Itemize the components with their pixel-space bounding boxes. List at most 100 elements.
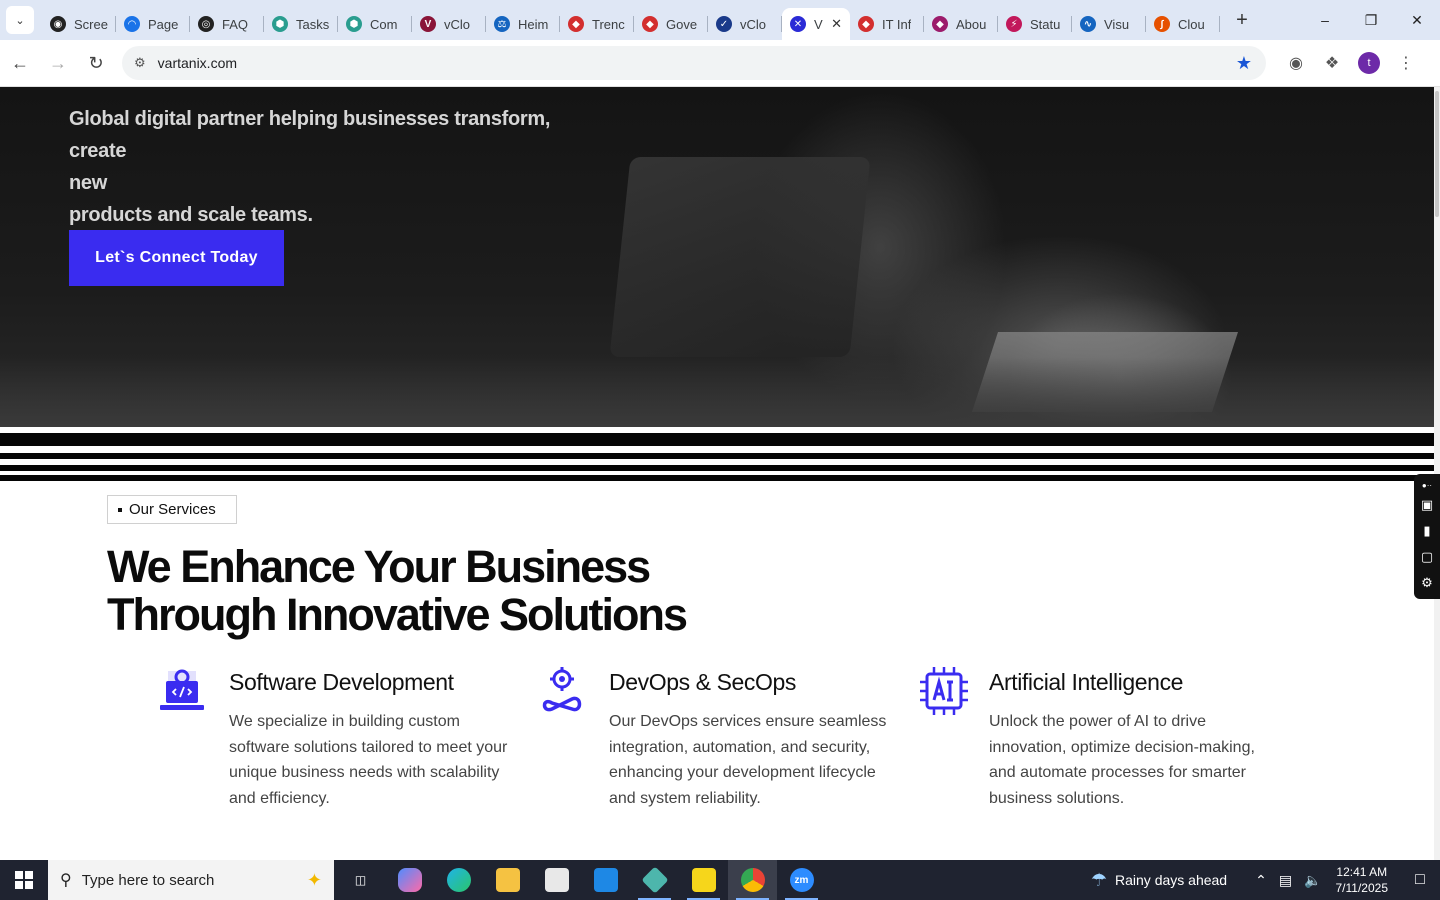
hero-tagline: Global digital partner helping businesse… [69,103,609,231]
browser-tab[interactable]: ◆ IT Inf [850,8,924,40]
url-text[interactable]: vartanix.com [158,55,237,71]
tab-label: Abou [956,16,987,32]
weather-widget[interactable]: ☂ Rainy days ahead [1091,870,1227,891]
tab-favicon-icon: ∫ [1154,16,1170,32]
mail-app[interactable] [581,860,630,900]
translate-icon[interactable]: ◉ [1278,45,1314,81]
address-bar[interactable]: ⚙ vartanix.com ★ [122,46,1266,80]
arrow-left-icon: ← [11,52,29,73]
site-settings-icon[interactable]: ⚙ [134,55,146,71]
sparkle-icon: ✦ [306,869,322,890]
stripe [0,433,1434,446]
tab-favicon-icon: ◆ [858,16,874,32]
task-view-button[interactable]: ◫ [336,860,385,900]
browser-tab[interactable]: ✓ vClo [708,8,782,40]
service-card-software[interactable]: Software Development We specialize in bu… [160,667,530,817]
zoom-icon: zm [789,868,814,892]
tab-favicon-icon: ⚖ [494,16,510,32]
floating-tool-panel: ●·· ▣ ▮ ▢ ⚙ [1414,474,1440,599]
laptop-code-icon [160,669,204,710]
notification-icon[interactable]: □ [1400,871,1440,889]
zoom-app[interactable]: zm [777,860,826,900]
search-placeholder: Type here to search [81,871,215,889]
tab-label: Page [148,16,179,32]
hero-tagline-line: new [69,172,107,194]
tab-favicon-icon: ◆ [642,16,658,32]
back-button[interactable]: ← [2,45,38,81]
browser-tab[interactable]: ◆ Abou [924,8,998,40]
taskbar-search-box[interactable]: ⚲ Type here to search ✦ [48,860,334,900]
window-icon[interactable]: ▢ [1421,544,1433,570]
camera-icon[interactable]: ▣ [1421,492,1433,518]
connect-button[interactable]: Let`s Connect Today [69,230,284,286]
tab-label: FAQ [222,16,249,32]
hero-tagline-line: products and scale teams. [69,204,313,226]
copilot-icon [397,868,422,892]
clock[interactable]: 12:41 AM 7/11/2025 [1336,864,1389,896]
tab-favicon-icon: ◎ [198,16,214,32]
volume-icon[interactable]: 🔈 [1304,872,1321,889]
browser-tab[interactable]: ✕ V ✕ [782,8,850,40]
file-explorer-app[interactable] [483,860,532,900]
copilot-app[interactable] [385,860,434,900]
service-description: Unlock the power of AI to drive innovati… [989,713,1255,807]
tab-favicon-icon: ✓ [716,16,732,32]
browser-tab[interactable]: ◉ Scree [42,8,116,40]
tab-strip: ⌄ ◉ Scree ◠ Page ◎ FAQ ⬢ Tasks ⬢ Com VvClo ⚖ Heim ◆ Tr… [0,0,1440,40]
store-app[interactable] [532,860,581,900]
sticky-notes-app[interactable] [679,860,728,900]
restore-button[interactable]: ❐ [1348,0,1394,40]
browser-tab[interactable]: ∿ Visu [1072,8,1146,40]
menu-kebab-icon[interactable]: ⋮ [1388,45,1424,81]
minimize-button[interactable]: – [1302,0,1348,40]
browser-tab[interactable]: ∫ Clou [1146,8,1220,40]
decorative-stripes [0,427,1434,481]
service-title: DevOps & SecOps [609,669,797,695]
close-window-button[interactable]: ✕ [1394,0,1440,40]
pin-icon[interactable]: ●·· [1422,478,1432,492]
service-card-ai[interactable]: Artificial Intelligence Unlock the power… [920,667,1290,817]
dev-app[interactable] [630,860,679,900]
tab-search-button[interactable]: ⌄ [6,6,34,34]
browser-tab[interactable]: VvClo [412,8,486,40]
browser-tab[interactable]: ◎ FAQ [190,8,264,40]
video-camera-icon[interactable]: ▮ [1423,518,1430,544]
reload-button[interactable]: ↻ [78,45,114,81]
tab-label: Scree [74,16,108,32]
browser-tab[interactable]: ⚖ Heim [486,8,560,40]
weather-text: Rainy days ahead [1115,872,1228,888]
sticky-note-icon [691,868,716,892]
browser-tab[interactable]: ◆ Gove [634,8,708,40]
browser-tab[interactable]: ◆ Trenc [560,8,634,40]
chrome-app[interactable] [728,860,777,900]
browser-tab[interactable]: ⬢ Tasks [264,8,338,40]
bookmark-star-icon[interactable]: ★ [1236,53,1252,74]
tab-label: Heim [518,16,549,32]
store-icon [544,868,569,892]
service-card-devops[interactable]: DevOps & SecOps Our DevOps services ensu… [540,667,910,817]
network-icon[interactable]: ▤ [1279,872,1292,889]
close-tab-icon[interactable]: ✕ [831,16,842,32]
mail-icon [593,868,618,892]
extensions-icon[interactable]: ❖ [1314,45,1350,81]
forward-button[interactable]: → [40,45,76,81]
task-view-icon: ◫ [354,873,367,887]
browser-tab[interactable]: ⬢ Com [338,8,412,40]
tab-label: vClo [740,16,767,32]
edge-app[interactable] [434,860,483,900]
start-button[interactable] [0,860,48,900]
new-tab-button[interactable]: + [1228,9,1256,32]
window-controls: – ❐ ✕ [1302,0,1440,40]
chevron-up-icon[interactable]: ⌃ [1255,872,1267,889]
gear-icon[interactable]: ⚙ [1421,570,1433,596]
scrollbar-thumb[interactable] [1435,91,1439,217]
page-viewport: Global digital partner helping businesse… [0,87,1434,860]
tab-label: Clou [1178,16,1205,32]
browser-tab[interactable]: ⚡ Statu [998,8,1072,40]
tab-favicon-icon: ◆ [932,16,948,32]
edge-icon [446,868,471,892]
tab-label: IT Inf [882,16,912,32]
browser-tab[interactable]: ◠ Page [116,8,190,40]
service-title: Artificial Intelligence [989,669,1184,695]
profile-avatar[interactable]: t [1358,52,1380,74]
